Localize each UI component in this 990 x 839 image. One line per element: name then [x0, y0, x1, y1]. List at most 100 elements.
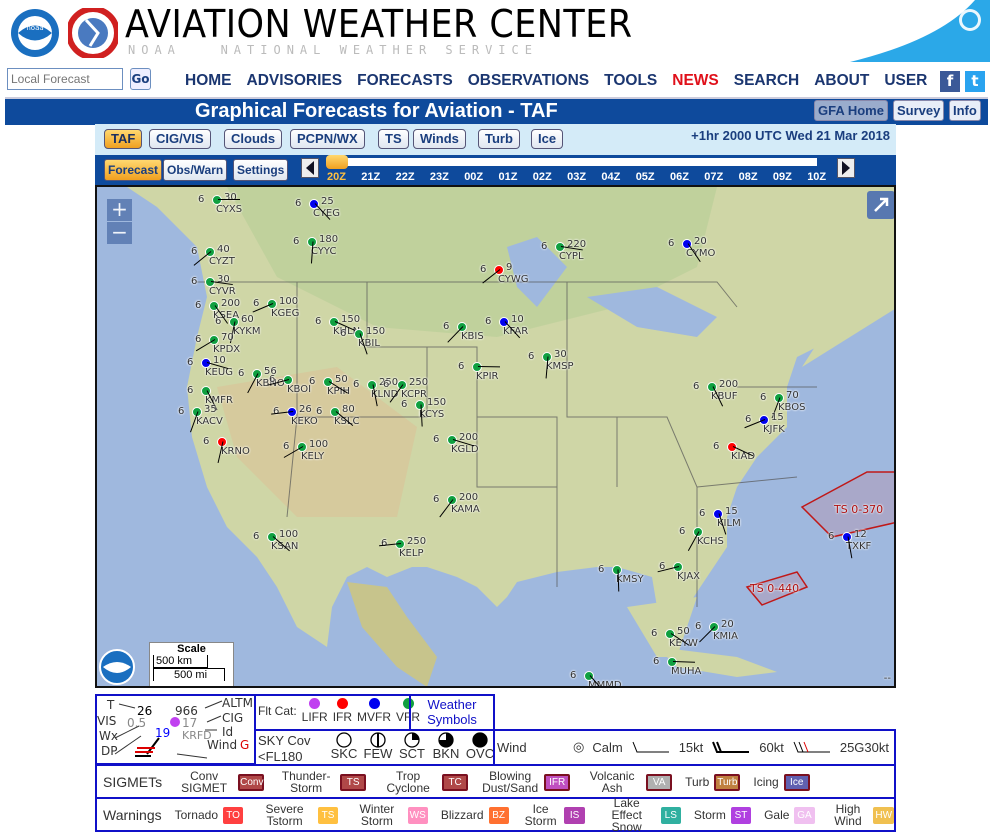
fullscreen-icon[interactable]	[867, 191, 895, 219]
tab-turb[interactable]: Turb	[478, 129, 520, 149]
hour-22Z[interactable]: 22Z	[396, 171, 415, 183]
zoom-in-button[interactable]: +	[107, 199, 132, 221]
hour-00Z[interactable]: 00Z	[464, 171, 483, 183]
sigmets-name: Turb	[685, 775, 710, 789]
station-id[interactable]: MUHA	[671, 666, 701, 677]
station-id[interactable]: CYWG	[498, 274, 529, 285]
weather-symbols-link[interactable]: Weather Symbols	[409, 694, 495, 731]
gfa-home-button[interactable]: GFA Home	[814, 100, 888, 121]
tab-ts[interactable]: TS	[378, 129, 409, 149]
station-id[interactable]: KBOI	[287, 384, 311, 395]
station-id[interactable]: KACV	[196, 416, 223, 427]
station-vis: 6	[679, 526, 686, 537]
hour-23Z[interactable]: 23Z	[430, 171, 449, 183]
station-id[interactable]: KELP	[399, 548, 423, 559]
hour-08Z[interactable]: 08Z	[739, 171, 758, 183]
hour-04Z[interactable]: 04Z	[601, 171, 620, 183]
hour-21Z[interactable]: 21Z	[361, 171, 380, 183]
facebook-icon[interactable]: f	[940, 71, 960, 92]
info-button[interactable]: Info	[949, 100, 981, 121]
twitter-icon[interactable]: t	[965, 71, 985, 92]
station-id[interactable]: KMSY	[616, 574, 644, 585]
next-hour-button[interactable]	[837, 158, 855, 178]
nav-user[interactable]: USER	[884, 72, 927, 90]
tab-clouds[interactable]: Clouds	[224, 129, 283, 149]
station-id[interactable]: KGEG	[271, 308, 299, 319]
hour-06Z[interactable]: 06Z	[670, 171, 689, 183]
station-id[interactable]: KEYW	[669, 638, 698, 649]
warnings-swatch-bz: BZ	[488, 806, 509, 824]
station-id[interactable]: CYMO	[686, 248, 715, 259]
station-id[interactable]: KMIA	[713, 631, 738, 642]
station-id[interactable]: KFAR	[503, 326, 528, 337]
station-id[interactable]: CYPL	[559, 251, 584, 262]
nws-logo[interactable]	[68, 8, 118, 58]
station-id[interactable]: KCYS	[419, 409, 444, 420]
station-id[interactable]: KJFK	[763, 424, 785, 435]
nav-about[interactable]: ABOUT	[814, 72, 869, 90]
station-id[interactable]: KJAX	[677, 571, 700, 582]
station-id[interactable]: CYVR	[209, 286, 236, 297]
station-id[interactable]: MMMD	[588, 680, 622, 686]
hour-10Z[interactable]: 10Z	[807, 171, 826, 183]
tab-taf[interactable]: TAF	[104, 129, 143, 149]
station-id[interactable]: KRNO	[221, 446, 250, 457]
nav-news[interactable]: NEWS	[672, 72, 719, 90]
go-button[interactable]: Go	[130, 68, 151, 90]
sigmets-swatch-conv: Conv	[238, 773, 265, 791]
nav-home[interactable]: HOME	[185, 72, 232, 90]
forecast-map[interactable]: 6 30 CYXS 6 25 CYEG 6 180 CYYC 6 40 CYZT 6 30 CYVR 6 200…	[95, 185, 896, 688]
station-id[interactable]: KPDX	[213, 344, 240, 355]
tab-cig-vis[interactable]: CIG/VIS	[149, 129, 211, 149]
hour-07Z[interactable]: 07Z	[704, 171, 723, 183]
time-slider-track[interactable]	[327, 158, 817, 166]
settings-button[interactable]: Settings	[233, 159, 289, 181]
station-id[interactable]: KELY	[301, 451, 324, 462]
tab-winds[interactable]: Winds	[413, 129, 466, 149]
sky-label: SKC	[330, 746, 358, 761]
time-slider-handle[interactable]	[326, 155, 348, 169]
nav-observations[interactable]: OBSERVATIONS	[468, 72, 589, 90]
tab-pcpn-wx[interactable]: PCPN/WX	[290, 129, 365, 149]
hour-09Z[interactable]: 09Z	[773, 171, 792, 183]
obs-warn-button[interactable]: Obs/Warn	[163, 159, 228, 181]
hour-20Z[interactable]: 20Z	[327, 171, 346, 183]
warnings-legend: Warnings Tornado TO Severe Tstorm TS Winter S…	[95, 797, 896, 833]
hour-05Z[interactable]: 05Z	[636, 171, 655, 183]
nav-advisories[interactable]: ADVISORIES	[247, 72, 343, 90]
station-id[interactable]: KEKO	[291, 416, 318, 427]
noaa-logo[interactable]: noaa	[10, 8, 60, 58]
flt-cat-mvfr: MVFR	[357, 698, 391, 723]
station-id[interactable]: CYYC	[311, 246, 336, 257]
station-id[interactable]: KMSP	[546, 361, 574, 372]
station-cig: 10	[511, 314, 524, 325]
station-id[interactable]: KEUG	[205, 367, 233, 378]
station-id[interactable]: KAMA	[451, 504, 480, 515]
zoom-out-button[interactable]: −	[107, 222, 132, 244]
nav-search[interactable]: SEARCH	[734, 72, 799, 90]
survey-button[interactable]: Survey	[893, 100, 945, 121]
map-attribution: --	[883, 673, 891, 684]
sigmet-label[interactable]: TS 0-370	[834, 503, 883, 516]
nav-forecasts[interactable]: FORECASTS	[357, 72, 453, 90]
station-id[interactable]: KCHS	[697, 536, 724, 547]
hour-02Z[interactable]: 02Z	[533, 171, 552, 183]
station-id[interactable]: KYKM	[233, 326, 261, 337]
hour-01Z[interactable]: 01Z	[499, 171, 518, 183]
local-forecast-input[interactable]	[7, 68, 123, 90]
station-id[interactable]: CYZT	[209, 256, 235, 267]
station-id[interactable]: KGLD	[451, 444, 479, 455]
station-id[interactable]: KBIS	[461, 331, 484, 342]
nav-tools[interactable]: TOOLS	[604, 72, 657, 90]
station-id[interactable]: CYXS	[216, 204, 242, 215]
sigmet-label[interactable]: TS 0-440	[750, 582, 799, 595]
forecast-button[interactable]: Forecast	[104, 159, 163, 181]
hour-03Z[interactable]: 03Z	[567, 171, 586, 183]
station-vis: 6	[528, 351, 535, 362]
station-id[interactable]: KPIR	[476, 371, 499, 382]
wind-legend: Wind ◎ Calm 15kt 60kt 25G30kt	[493, 729, 896, 766]
prev-hour-button[interactable]	[301, 158, 319, 178]
station-id[interactable]: KIAD	[731, 451, 755, 462]
tab-ice[interactable]: Ice	[531, 129, 564, 149]
flight-category-legend: Flt Cat: LIFR IFR MVFR VFR	[254, 694, 420, 731]
